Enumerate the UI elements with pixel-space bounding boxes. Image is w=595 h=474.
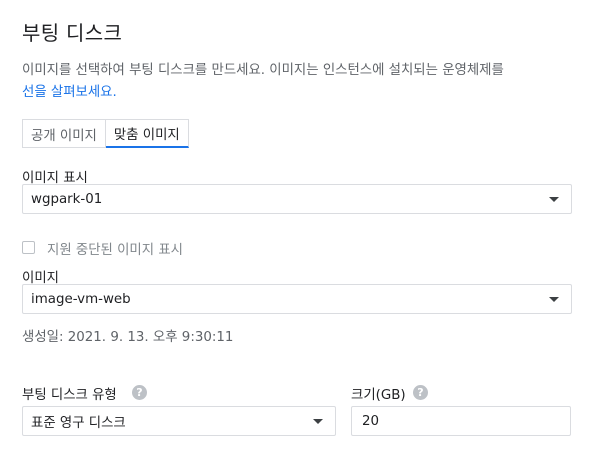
deprecated-images-checkbox[interactable] <box>22 241 35 254</box>
image-source-tabs: 공개 이미지 맞춤 이미지 <box>22 119 189 148</box>
description: 이미지를 선택하여 부팅 디스크를 만드세요. 이미지는 인스턴스에 설치되는 … <box>22 60 594 104</box>
image-label: 이미지 <box>22 271 59 286</box>
boot-disk-type-select[interactable]: 표준 영구 디스크 <box>22 406 336 436</box>
size-input[interactable]: 20 <box>351 406 571 436</box>
image-created-date: 생성일: 2021. 9. 13. 오후 9:30:11 <box>22 330 234 345</box>
size-label: 크기(GB) <box>351 388 406 403</box>
size-value: 20 <box>362 413 380 429</box>
help-icon[interactable]: ? <box>132 385 147 400</box>
deprecated-images-label[interactable]: 지원 중단된 이미지 표시 <box>47 238 183 258</box>
image-project-select[interactable]: wgpark-01 <box>22 184 572 214</box>
dropdown-arrow-icon <box>549 197 559 202</box>
page-title: 부팅 디스크 <box>22 21 123 45</box>
tab-custom-images[interactable]: 맞춤 이미지 <box>105 119 189 148</box>
tab-public-images[interactable]: 공개 이미지 <box>22 119 106 148</box>
description-link[interactable]: 선을 살펴보세요. <box>22 85 117 100</box>
image-project-value: wgpark-01 <box>31 191 103 207</box>
image-project-label: 이미지 표시 <box>22 171 88 186</box>
boot-disk-type-value: 표준 영구 디스크 <box>31 416 126 431</box>
dropdown-arrow-icon <box>549 297 559 302</box>
image-value: image-vm-web <box>31 291 131 307</box>
boot-disk-type-label: 부팅 디스크 유형 <box>22 388 117 403</box>
dropdown-arrow-icon <box>313 419 323 424</box>
description-line-1: 이미지를 선택하여 부팅 디스크를 만드세요. 이미지는 인스턴스에 설치되는 … <box>22 63 504 78</box>
help-icon[interactable]: ? <box>413 385 428 400</box>
image-select[interactable]: image-vm-web <box>22 284 572 314</box>
